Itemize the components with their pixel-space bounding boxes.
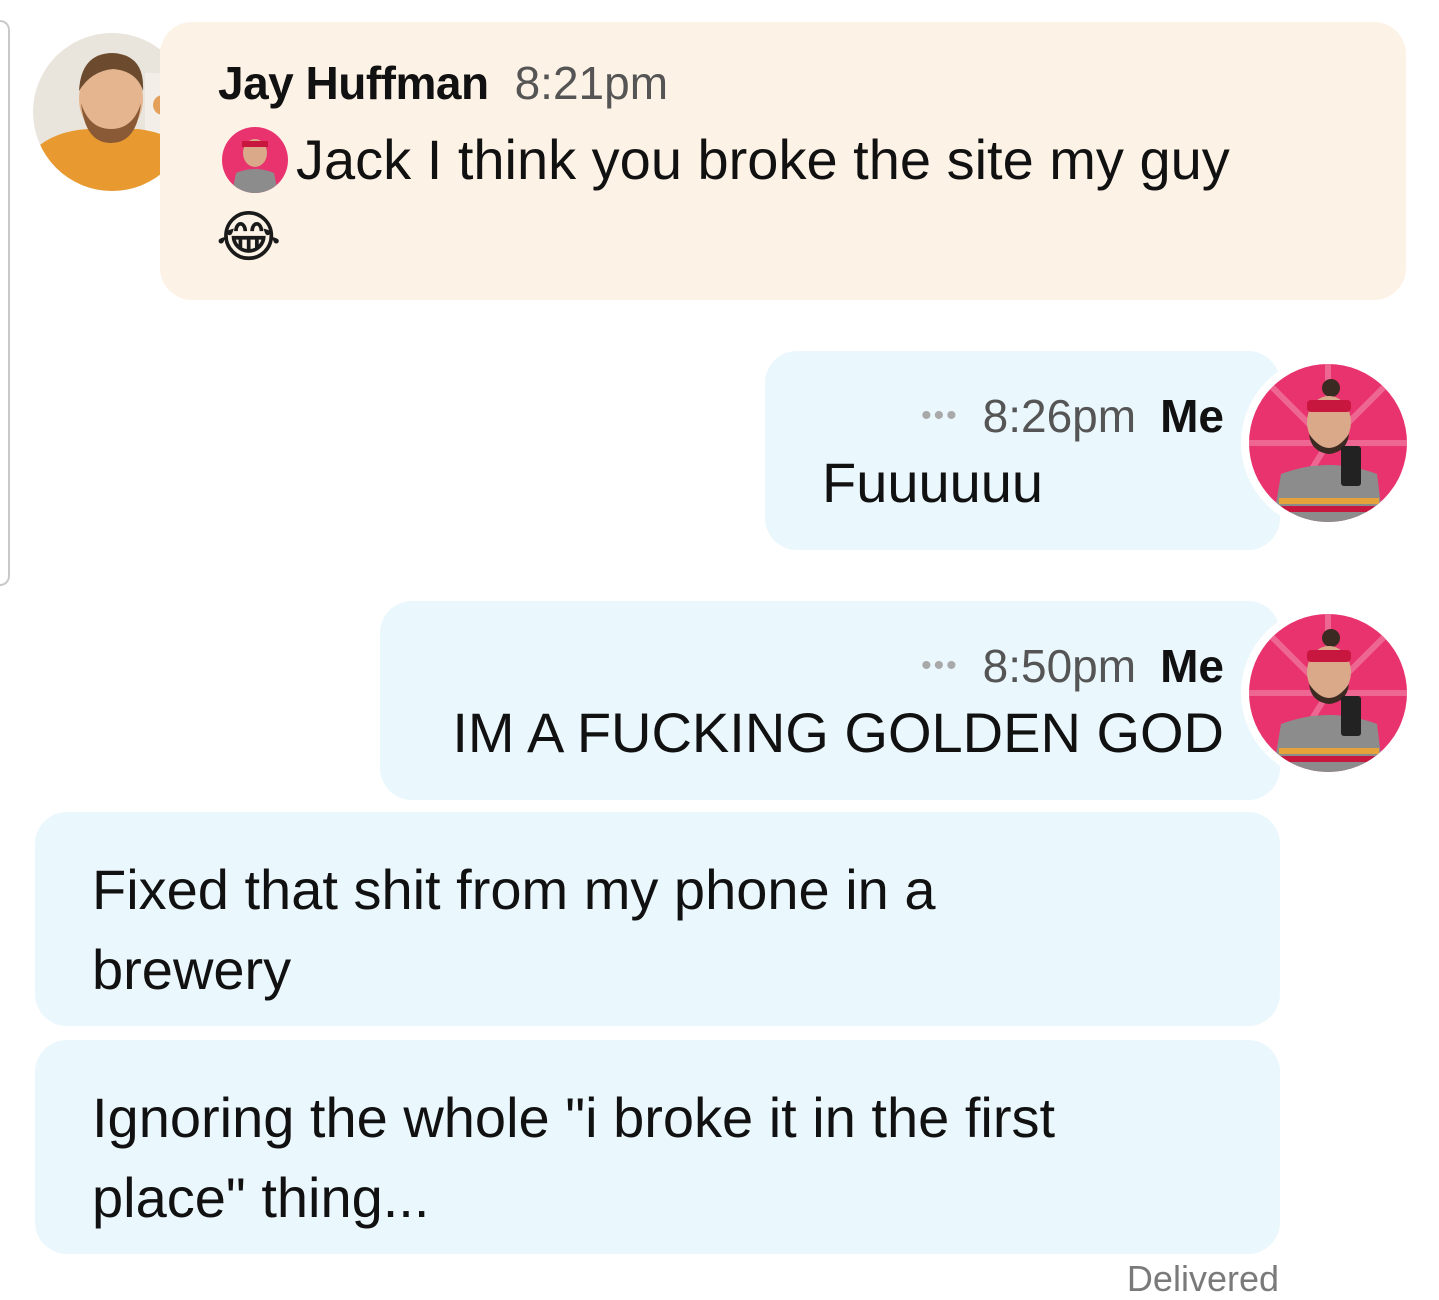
message-bubble-jay[interactable]: Jay Huffman 8:21pm Jack I think you brok… bbox=[160, 22, 1406, 300]
laughing-emoji-icon: 😂 bbox=[216, 205, 282, 268]
message-text: Fuuuuuu bbox=[822, 451, 1044, 514]
message-bubble-me[interactable]: ••• 8:50pm Me IM A FUCKING GOLDEN GOD bbox=[380, 601, 1280, 800]
message-text: IM A FUCKING GOLDEN GOD bbox=[452, 701, 1224, 764]
my-avatar[interactable] bbox=[1249, 364, 1407, 522]
message-text: Jack I think you broke the site my guy bbox=[296, 128, 1230, 191]
message-options-icon[interactable]: ••• bbox=[921, 649, 959, 683]
message-time: 8:50pm bbox=[982, 640, 1137, 692]
sender-name: Me bbox=[1160, 390, 1224, 442]
message-text: Ignoring the whole "i broke it in the fi… bbox=[92, 1086, 1056, 1229]
sender-name: Jay Huffman bbox=[218, 57, 489, 109]
message-time: 8:26pm bbox=[982, 390, 1137, 442]
message-text: Fixed that shit from my phone in a brewe… bbox=[92, 858, 936, 1001]
my-avatar[interactable] bbox=[1249, 614, 1407, 772]
my-avatar-photo-icon bbox=[1249, 614, 1407, 772]
read-receipt-avatar-icon bbox=[222, 127, 288, 193]
my-avatar-photo-icon bbox=[1249, 364, 1407, 522]
conversation-pane-edge bbox=[0, 20, 10, 586]
delivery-status: Delivered bbox=[1126, 1258, 1279, 1299]
message-bubble-me[interactable]: Ignoring the whole "i broke it in the fi… bbox=[35, 1040, 1280, 1254]
message-time: 8:21pm bbox=[514, 57, 669, 109]
message-options-icon[interactable]: ••• bbox=[921, 399, 959, 433]
message-bubble-me[interactable]: ••• 8:26pm Me Fuuuuuu bbox=[765, 351, 1280, 550]
sender-name: Me bbox=[1160, 640, 1224, 692]
message-bubble-me[interactable]: Fixed that shit from my phone in a brewe… bbox=[35, 812, 1280, 1026]
